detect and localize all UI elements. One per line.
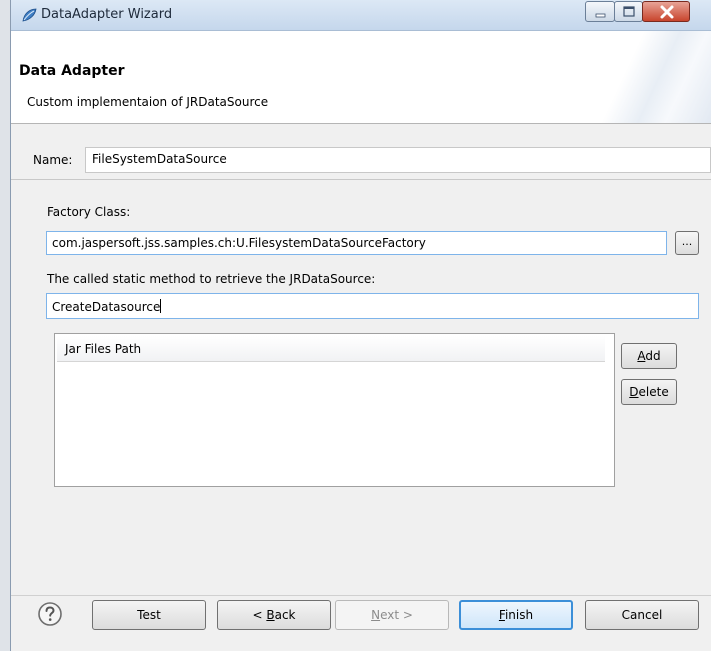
add-label-rest: dd — [645, 349, 661, 363]
text-caret — [160, 299, 162, 313]
maximize-icon — [623, 6, 635, 17]
test-button[interactable]: Test — [92, 600, 206, 630]
background-window-edge — [0, 0, 10, 651]
page-title: Data Adapter — [19, 63, 125, 79]
delete-mnemonic: D — [629, 385, 639, 399]
jaspersoft-leaf-icon — [22, 8, 37, 22]
close-button[interactable] — [642, 1, 690, 22]
factory-class-label: Factory Class: — [47, 205, 131, 219]
dialog-window: DataAdapter Wizard Data Adapter Custom i… — [10, 0, 711, 651]
add-button[interactable]: Add — [621, 343, 677, 369]
jar-files-table[interactable]: Jar Files Path — [54, 333, 615, 487]
back-button[interactable]: < Back — [217, 600, 331, 630]
back-prefix: < — [252, 608, 267, 622]
static-method-input[interactable]: CreateDatasource — [46, 293, 699, 319]
static-method-label: The called static method to retrieve the… — [47, 272, 376, 286]
separator — [11, 179, 711, 180]
static-method-value: CreateDatasource — [52, 300, 161, 314]
next-label-rest: ext > — [380, 608, 413, 622]
finish-button[interactable]: Finish — [459, 600, 573, 630]
back-label-rest: ack — [274, 608, 296, 622]
maximize-button[interactable] — [614, 1, 643, 22]
page-description: Custom implementaion of JRDataSource — [27, 95, 269, 109]
wizard-header: Data Adapter Custom implementaion of JRD… — [11, 31, 711, 124]
browse-button[interactable]: ... — [675, 231, 699, 255]
next-button[interactable]: Next > — [335, 600, 449, 630]
header-decoration — [571, 31, 711, 123]
window-title: DataAdapter Wizard — [41, 7, 173, 22]
minimize-button[interactable] — [585, 1, 615, 22]
factory-class-input[interactable]: com.jaspersoft.jss.samples.ch:U.Filesyst… — [46, 231, 667, 255]
footer-separator — [11, 595, 711, 596]
cancel-button[interactable]: Cancel — [585, 600, 699, 630]
name-label: Name: — [33, 153, 73, 167]
delete-button[interactable]: Delete — [621, 379, 677, 405]
name-input[interactable]: FileSystemDataSource — [85, 147, 711, 173]
finish-label-rest: inish — [504, 608, 534, 622]
delete-label-rest: elete — [638, 385, 669, 399]
title-bar[interactable]: DataAdapter Wizard — [11, 0, 711, 31]
back-mnemonic: B — [266, 608, 275, 622]
next-mnemonic: N — [371, 608, 381, 622]
minimize-icon — [595, 13, 606, 18]
question-mark-icon[interactable] — [37, 601, 63, 627]
jar-files-column-header[interactable]: Jar Files Path — [57, 336, 605, 362]
close-icon — [660, 5, 674, 19]
